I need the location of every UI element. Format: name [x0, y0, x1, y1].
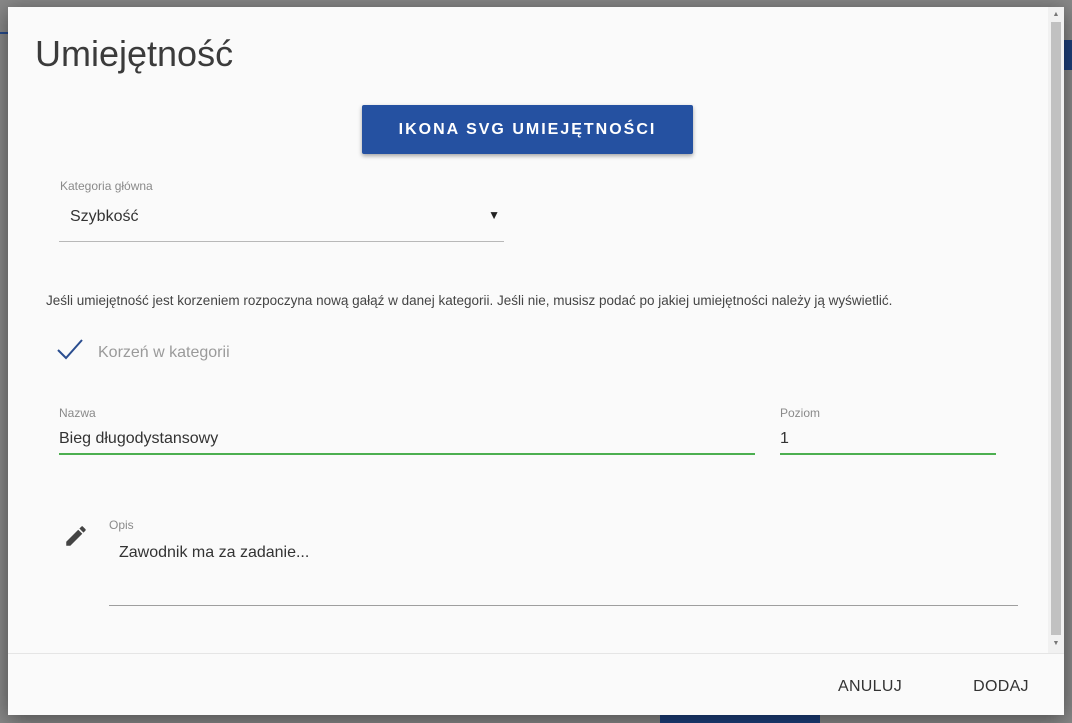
scroll-up-icon[interactable]: ▲ — [1048, 8, 1064, 22]
category-value: Szybkość — [70, 208, 139, 225]
background-button — [660, 714, 820, 723]
skill-dialog: Umiejętność IKONA SVG UMIEJĘTNOŚCI Kateg… — [8, 7, 1064, 715]
cancel-button[interactable]: ANULUJ — [828, 669, 912, 705]
category-label: Kategoria główna — [60, 179, 153, 193]
caret-down-icon: ▼ — [488, 208, 500, 222]
level-input[interactable] — [780, 425, 996, 455]
root-help-text: Jeśli umiejętność jest korzeniem rozpocz… — [46, 293, 893, 308]
category-select[interactable]: Szybkość ▼ — [59, 200, 504, 242]
vertical-scrollbar[interactable]: ▲ ▼ — [1048, 7, 1064, 653]
dialog-title: Umiejętność — [35, 33, 234, 74]
scrollbar-thumb[interactable] — [1051, 22, 1061, 635]
level-label: Poziom — [780, 406, 821, 420]
description-label: Opis — [109, 518, 134, 532]
scroll-down-icon[interactable]: ▼ — [1048, 637, 1064, 651]
root-checkbox[interactable]: Korzeń w kategorii — [56, 331, 276, 371]
check-icon — [57, 339, 83, 360]
background-divider — [0, 32, 8, 34]
background-toolbar — [1064, 40, 1072, 70]
dialog-body: Umiejętność IKONA SVG UMIEJĘTNOŚCI Kateg… — [8, 7, 1048, 653]
name-label: Nazwa — [59, 406, 96, 420]
dialog-footer: ANULUJ DODAJ — [8, 653, 1064, 715]
pencil-icon — [66, 526, 86, 546]
root-checkbox-label: Korzeń w kategorii — [98, 344, 230, 361]
description-textarea[interactable]: Zawodnik ma za zadanie... — [109, 540, 1018, 606]
add-button[interactable]: DODAJ — [960, 669, 1042, 705]
name-input[interactable] — [59, 425, 755, 455]
svg-icon-button[interactable]: IKONA SVG UMIEJĘTNOŚCI — [362, 105, 693, 154]
